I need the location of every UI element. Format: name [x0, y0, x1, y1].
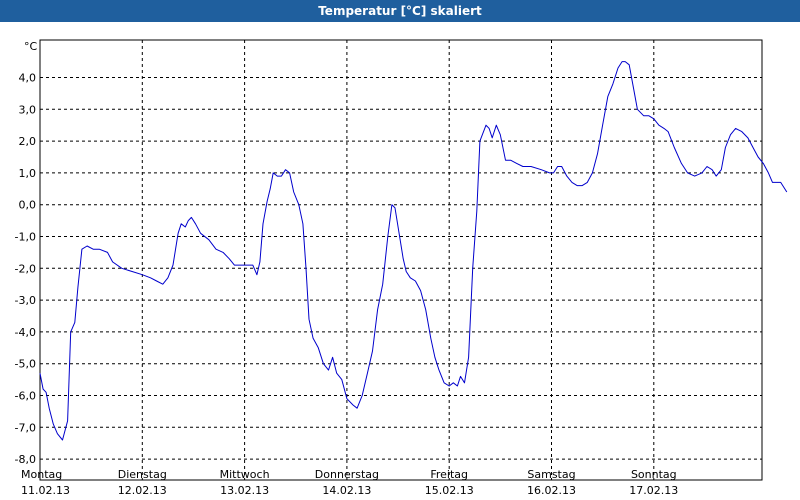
- y-axis-unit-label: °C: [24, 40, 38, 53]
- y-tick-label: -3,0: [15, 294, 36, 307]
- y-tick-label: 0,0: [19, 199, 37, 212]
- x-tick-day-label: Samstag: [527, 468, 575, 481]
- y-tick-label: -8,0: [15, 453, 36, 466]
- x-tick-date-label: 11.02.13: [21, 484, 70, 497]
- window-title: Temperatur [°C] skaliert: [0, 0, 800, 22]
- grid: [40, 40, 762, 480]
- temperature-series-line: [39, 61, 788, 441]
- y-tick-label: 4,0: [19, 72, 37, 85]
- x-tick-day-label: Dienstag: [118, 468, 167, 481]
- x-tick-date-label: 14.02.13: [322, 484, 371, 497]
- y-tick-label: -4,0: [15, 326, 36, 339]
- x-tick-date-label: 13.02.13: [220, 484, 269, 497]
- x-tick-day-label: Mittwoch: [220, 468, 270, 481]
- x-tick-day-label: Sonntag: [631, 468, 677, 481]
- y-tick-label: -2,0: [15, 262, 36, 275]
- y-tick-label: 2,0: [19, 135, 37, 148]
- series-group: [39, 61, 788, 441]
- x-tick-day-label: Montag: [21, 468, 62, 481]
- y-tick-label: -7,0: [15, 421, 36, 434]
- x-tick-date-label: 12.02.13: [118, 484, 167, 497]
- temperature-chart: °C 4,0 3,0 2,0 1,0 0,0 -1,0 -2,0 -3,0 -4,0 -5,0 -6…: [15, 39, 788, 497]
- y-tick-label: 1,0: [19, 167, 37, 180]
- x-tick-day-label: Freitag: [430, 468, 468, 481]
- y-axis-ticks: 4,0 3,0 2,0 1,0 0,0 -1,0 -2,0 -3,0 -4,0 -5,0 -6,0 -…: [15, 72, 36, 467]
- x-tick-date-label: 15.02.13: [425, 484, 474, 497]
- x-tick-date-label: 16.02.13: [527, 484, 576, 497]
- x-tick-date-label: 17.02.13: [629, 484, 678, 497]
- x-tick-day-label: Donnerstag: [315, 468, 379, 481]
- y-tick-label: -5,0: [15, 358, 36, 371]
- y-tick-label: 3,0: [19, 103, 37, 116]
- y-tick-label: -6,0: [15, 390, 36, 403]
- y-tick-label: -1,0: [15, 231, 36, 244]
- x-axis-ticks: Montag 11.02.13 Dienstag 12.02.13 Mittwoch 13…: [21, 468, 678, 497]
